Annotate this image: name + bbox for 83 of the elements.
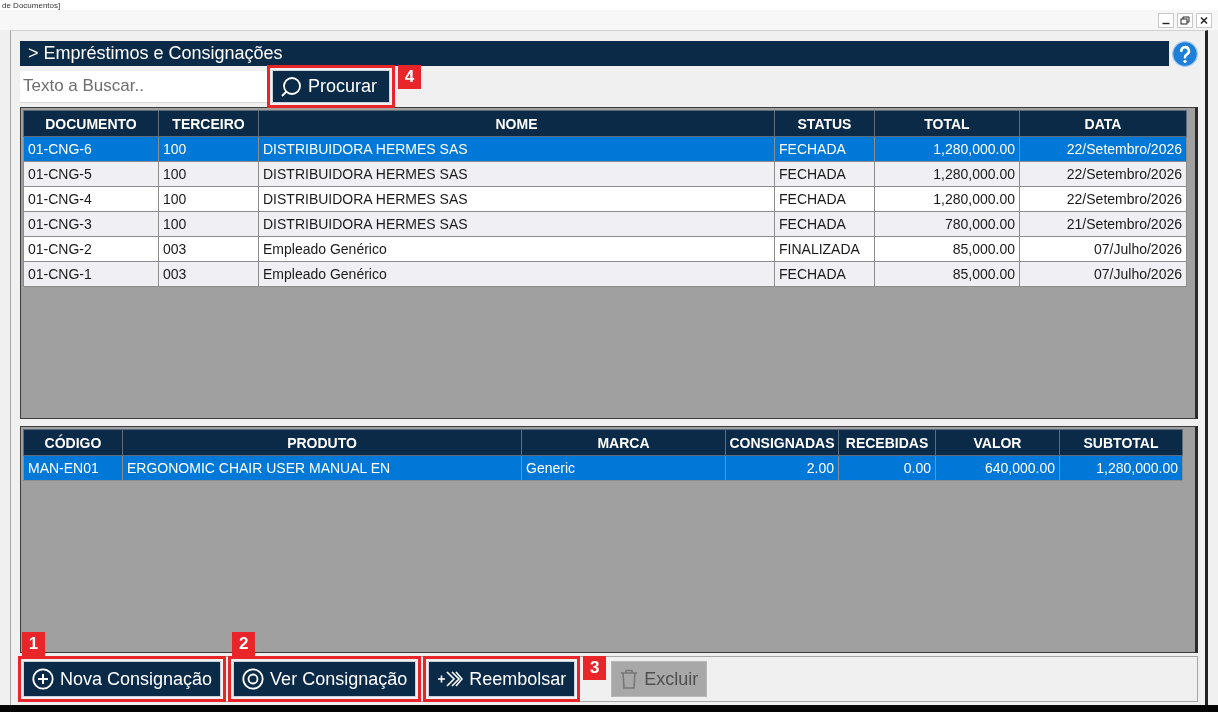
restore-icon[interactable] bbox=[1177, 12, 1193, 28]
table-row[interactable]: 01-CNG-1 003 Empleado Genérico FECHADA 85,000.00 07/Julho/2026 bbox=[23, 261, 1187, 287]
table-cell: 1,280,000.00 bbox=[874, 186, 1020, 212]
table-cell: FECHADA bbox=[774, 161, 875, 187]
table-row[interactable]: 01-CNG-3 100 DISTRIBUIDORA HERMES SAS FECHADA 780,000.00 21/Setembro/2026 bbox=[23, 211, 1187, 237]
table-cell: Empleado Genérico bbox=[258, 261, 775, 287]
column-header: CONSIGNADAS bbox=[725, 429, 839, 456]
table-cell: 01-CNG-3 bbox=[23, 211, 159, 237]
table-cell: 640,000.00 bbox=[935, 455, 1060, 481]
table-cell: 85,000.00 bbox=[874, 236, 1020, 262]
table-cell: Empleado Genérico bbox=[258, 236, 775, 262]
column-header: VALOR bbox=[935, 429, 1060, 456]
table-cell: DISTRIBUIDORA HERMES SAS bbox=[258, 186, 775, 212]
table-cell: 22/Setembro/2026 bbox=[1019, 136, 1187, 162]
column-header: DOCUMENTO bbox=[23, 110, 159, 137]
table-row[interactable]: 01-CNG-4 100 DISTRIBUIDORA HERMES SAS FECHADA 1,280,000.00 22/Setembro/2026 bbox=[23, 186, 1187, 212]
step-marker: 4 bbox=[398, 65, 422, 89]
table-cell: 2.00 bbox=[725, 455, 839, 481]
table-cell: 003 bbox=[158, 236, 259, 262]
table-cell: FECHADA bbox=[774, 136, 875, 162]
table-cell: FINALIZADA bbox=[774, 236, 875, 262]
refund-button[interactable]: Reembolsar bbox=[428, 661, 576, 697]
column-header: PRODUTO bbox=[122, 429, 522, 456]
table-cell: DISTRIBUIDORA HERMES SAS bbox=[258, 211, 775, 237]
table-cell: 100 bbox=[158, 161, 259, 187]
table-row[interactable]: 01-CNG-5 100 DISTRIBUIDORA HERMES SAS FECHADA 1,280,000.00 22/Setembro/2026 bbox=[23, 161, 1187, 187]
column-header: STATUS bbox=[774, 110, 875, 137]
column-header: TERCEIRO bbox=[158, 110, 259, 137]
table-cell: MAN-EN01 bbox=[23, 455, 123, 481]
table-cell: 0.00 bbox=[838, 455, 936, 481]
table-cell: 07/Julho/2026 bbox=[1019, 261, 1187, 287]
view-button[interactable]: Ver Consignação bbox=[233, 661, 417, 697]
column-header: MARCA bbox=[521, 429, 726, 456]
table-cell: 1,280,000.00 bbox=[874, 136, 1020, 162]
table-cell: 100 bbox=[158, 186, 259, 212]
table-cell: 01-CNG-5 bbox=[23, 161, 159, 187]
table-cell: 01-CNG-1 bbox=[23, 261, 159, 287]
window-title: de Documentos] bbox=[2, 0, 61, 10]
column-header: CÓDIGO bbox=[23, 429, 123, 456]
search-icon bbox=[280, 75, 302, 98]
table-cell: 1,280,000.00 bbox=[1059, 455, 1183, 481]
table-row[interactable]: 01-CNG-6 100 DISTRIBUIDORA HERMES SAS FECHADA 1,280,000.00 22/Setembro/2026 bbox=[23, 136, 1187, 162]
table-cell: FECHADA bbox=[774, 211, 875, 237]
table-cell: 01-CNG-2 bbox=[23, 236, 159, 262]
table-cell: 07/Julho/2026 bbox=[1019, 236, 1187, 262]
search-button[interactable]: Procurar bbox=[272, 70, 391, 103]
help-icon[interactable] bbox=[1172, 40, 1198, 67]
column-header: SUBTOTAL bbox=[1059, 429, 1183, 456]
table-cell: DISTRIBUIDORA HERMES SAS bbox=[258, 136, 775, 162]
plus-chevrons-icon bbox=[437, 669, 464, 689]
table-cell: Generic bbox=[521, 455, 726, 481]
table-cell: ERGONOMIC CHAIR USER MANUAL EN bbox=[122, 455, 522, 481]
table-cell: FECHADA bbox=[774, 261, 875, 287]
table-row[interactable]: 01-CNG-2 003 Empleado Genérico FINALIZADA 85,000.00 07/Julho/2026 bbox=[23, 236, 1187, 262]
table-cell: 780,000.00 bbox=[874, 211, 1020, 237]
target-icon bbox=[242, 668, 265, 690]
step-marker: 2 bbox=[232, 632, 256, 656]
step-marker: 1 bbox=[22, 632, 45, 656]
table-cell: 01-CNG-4 bbox=[23, 186, 159, 212]
trash-icon bbox=[620, 669, 639, 689]
close-icon[interactable] bbox=[1196, 12, 1212, 28]
column-header: TOTAL bbox=[874, 110, 1020, 137]
table-cell: 22/Setembro/2026 bbox=[1019, 186, 1187, 212]
search-field[interactable]: Texto a Buscar.. bbox=[20, 70, 268, 103]
section-title: > Empréstimos e Consignações bbox=[20, 41, 1169, 66]
column-header: NOME bbox=[258, 110, 775, 137]
table-cell: 100 bbox=[158, 211, 259, 237]
step-marker: 3 bbox=[583, 656, 607, 680]
plus-circle-icon bbox=[32, 668, 54, 690]
table-cell: 22/Setembro/2026 bbox=[1019, 161, 1187, 187]
minimize-icon[interactable] bbox=[1158, 12, 1174, 28]
table-cell: 21/Setembro/2026 bbox=[1019, 211, 1187, 237]
table-cell: 100 bbox=[158, 136, 259, 162]
table-cell: 003 bbox=[158, 261, 259, 287]
table-cell: 1,280,000.00 bbox=[874, 161, 1020, 187]
column-header: RECEBIDAS bbox=[838, 429, 936, 456]
table-cell: 01-CNG-6 bbox=[23, 136, 159, 162]
column-header: DATA bbox=[1019, 110, 1187, 137]
table-row[interactable]: MAN-EN01 ERGONOMIC CHAIR USER MANUAL EN Generic 2.00 0.00 640,000.00 1,280,000.00 bbox=[23, 455, 1183, 481]
add-button[interactable]: Nova Consignação bbox=[23, 661, 222, 697]
table-cell: FECHADA bbox=[774, 186, 875, 212]
table-cell: 85,000.00 bbox=[874, 261, 1020, 287]
table-cell: DISTRIBUIDORA HERMES SAS bbox=[258, 161, 775, 187]
